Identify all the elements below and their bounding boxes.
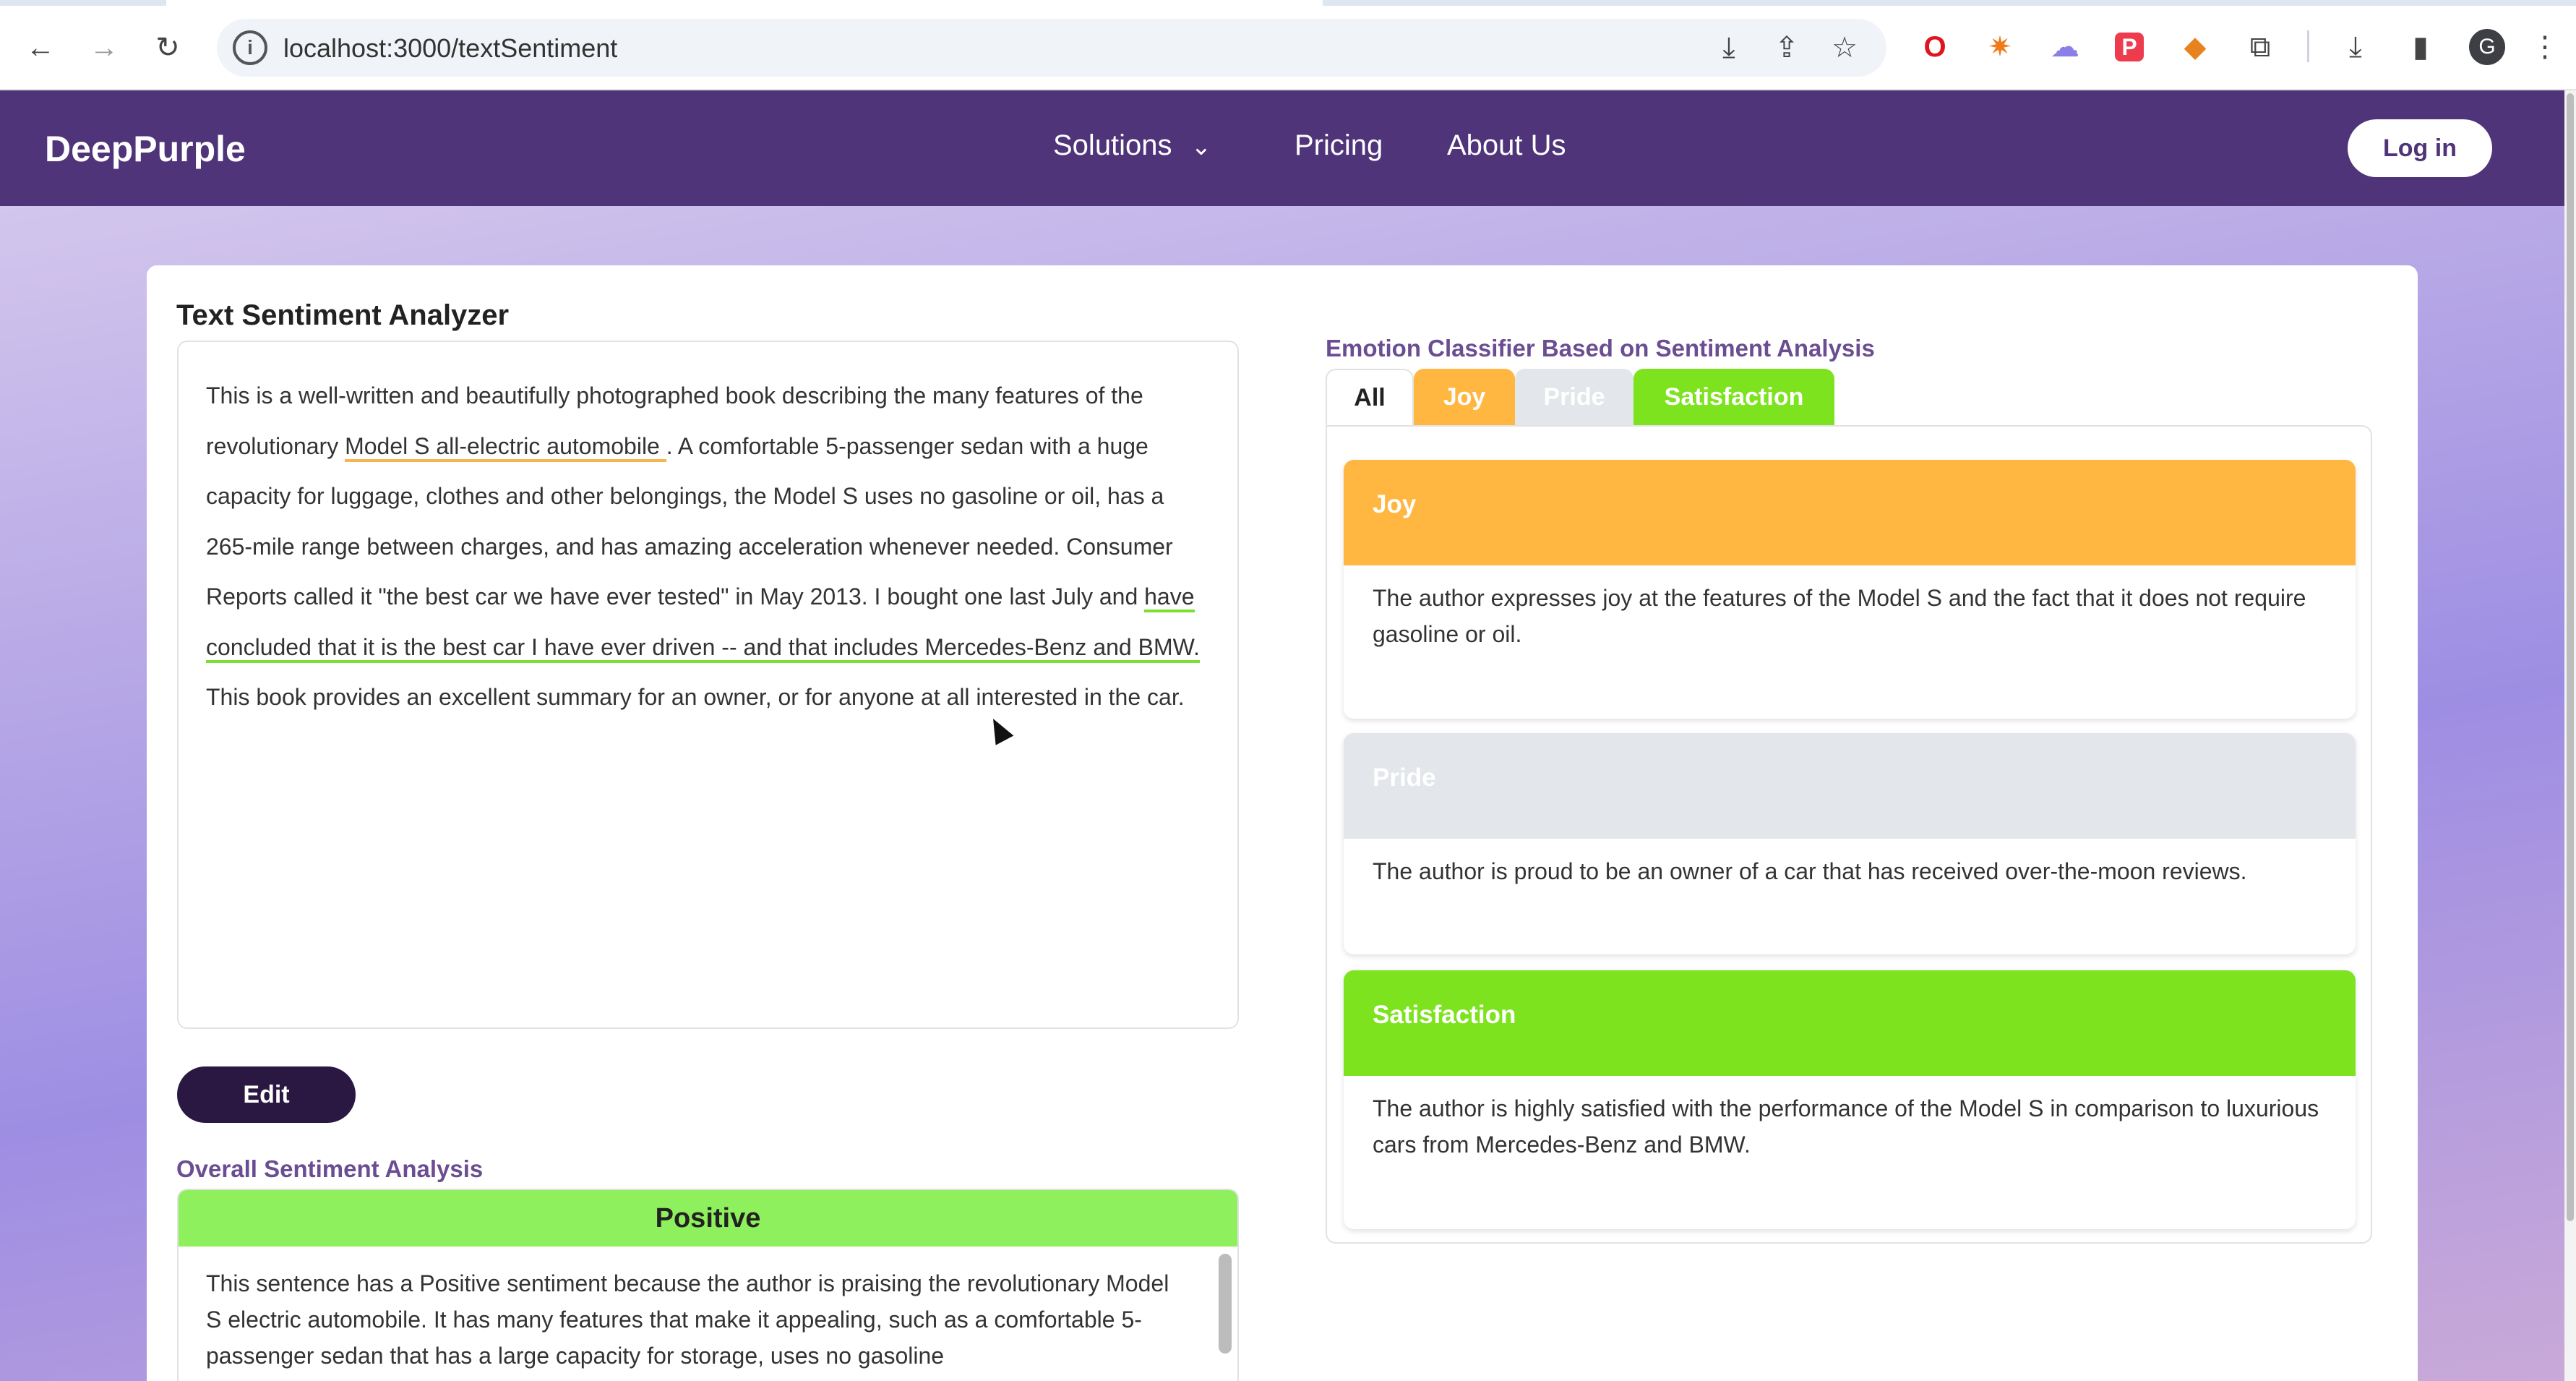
emotion-title: Emotion Classifier Based on Sentiment An… — [1326, 335, 1875, 362]
nav-solutions[interactable]: Solutions ⌄ — [1053, 129, 1211, 162]
overall-title: Overall Sentiment Analysis — [176, 1155, 484, 1182]
forward-arrow-icon[interactable]: → — [84, 27, 124, 68]
emotion-card-joy: Joy The author expresses joy at the feat… — [1344, 460, 2356, 719]
chevron-down-icon: ⌄ — [1190, 133, 1212, 161]
edit-button[interactable]: Edit — [177, 1066, 356, 1123]
tab-joy[interactable]: Joy — [1414, 369, 1515, 425]
emotion-panel: Joy The author expresses joy at the feat… — [1326, 425, 2372, 1244]
share-icon[interactable]: ⇪ — [1768, 29, 1806, 67]
emotion-card-satisfaction: Satisfaction The author is highly satisf… — [1344, 970, 2356, 1229]
site-info-icon[interactable]: i — [233, 30, 267, 65]
emotion-card-header: Joy — [1344, 460, 2356, 565]
address-bar[interactable]: i localhost:3000/textSentiment ⤓ ⇪ ☆ — [217, 19, 1886, 77]
tab-strip — [0, 0, 2576, 6]
emotion-card-pride: Pride The author is proud to be an owner… — [1344, 733, 2356, 954]
download-icon[interactable]: ⤓ — [2337, 29, 2374, 65]
emotion-card-text: The author expresses joy at the features… — [1373, 585, 2306, 647]
brand-logo[interactable]: DeepPurple — [45, 128, 246, 170]
sentiment-badge: Positive — [179, 1190, 1237, 1247]
page-scrollbar-thumb[interactable] — [2567, 93, 2574, 1221]
overall-panel: Positive This sentence has a Positive se… — [177, 1189, 1239, 1381]
opera-extension-icon[interactable]: O — [1917, 29, 1953, 65]
toolbar-divider — [2307, 30, 2309, 62]
text-segment: This book provides an excellent summary … — [206, 684, 1185, 710]
analyzer-text-area[interactable]: This is a well-written and beautifully p… — [177, 341, 1239, 1029]
nav-solutions-label: Solutions — [1053, 129, 1172, 161]
overall-scrollbar[interactable] — [1219, 1254, 1232, 1354]
emotion-card-text: The author is highly satisfied with the … — [1373, 1095, 2319, 1158]
puzzle-icon[interactable]: ⧉ — [2242, 29, 2278, 65]
url-text[interactable]: localhost:3000/textSentiment — [283, 33, 617, 64]
fox-extension-icon[interactable]: ◆ — [2177, 29, 2213, 65]
emotion-card-header: Pride — [1344, 733, 2356, 839]
tab-all[interactable]: All — [1326, 369, 1414, 425]
pocket-extension-icon[interactable]: P — [2115, 33, 2144, 61]
analyzer-title: Text Sentiment Analyzer — [176, 299, 510, 331]
app-navbar: DeepPurple Solutions ⌄ Pricing About Us L… — [0, 90, 2564, 206]
back-arrow-icon[interactable]: ← — [20, 27, 61, 68]
highlight-joy[interactable]: Model S all-electric automobile — [345, 432, 666, 462]
bookmark-star-icon[interactable]: ☆ — [1826, 29, 1863, 67]
install-app-icon[interactable]: ⤓ — [1710, 29, 1748, 67]
overall-explanation: This sentence has a Positive sentiment b… — [206, 1270, 1169, 1369]
emotion-card-text: The author is proud to be an owner of a … — [1373, 858, 2247, 884]
kebab-menu-icon[interactable]: ⋮ — [2527, 29, 2563, 65]
active-tab[interactable] — [166, 0, 1323, 6]
emotion-tabs: All Joy Pride Satisfaction — [1326, 369, 1834, 425]
login-button[interactable]: Log in — [2348, 119, 2492, 177]
browser-toolbar: ← → ↻ i localhost:3000/textSentiment ⤓ ⇪… — [0, 0, 2576, 90]
sparkle-extension-icon[interactable]: ✷ — [1982, 29, 2018, 65]
tab-satisfaction[interactable]: Satisfaction — [1633, 369, 1834, 425]
side-panel-icon[interactable]: ▮ — [2403, 29, 2439, 65]
emotion-card-header: Satisfaction — [1344, 970, 2356, 1076]
cloud-extension-icon[interactable]: ☁ — [2047, 29, 2083, 65]
nav-about-us[interactable]: About Us — [1447, 129, 1566, 162]
analyzer-text: This is a well-written and beautifully p… — [206, 371, 1210, 723]
profile-avatar[interactable]: G — [2469, 29, 2505, 65]
reload-icon[interactable]: ↻ — [147, 27, 188, 68]
tab-pride[interactable]: Pride — [1515, 369, 1633, 425]
nav-pricing[interactable]: Pricing — [1295, 129, 1383, 162]
